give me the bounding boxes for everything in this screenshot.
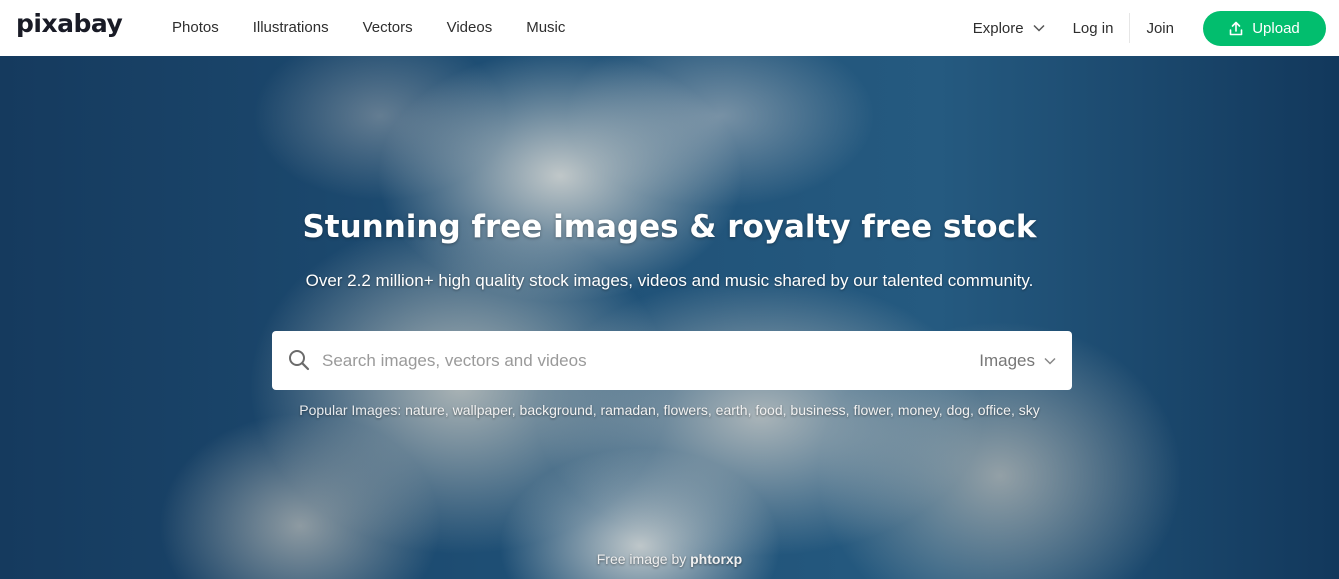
nav-music[interactable]: Music	[509, 0, 582, 56]
explore-label: Explore	[972, 19, 1024, 37]
search-bar: Images	[272, 331, 1072, 390]
search-icon[interactable]	[288, 349, 310, 371]
join-link[interactable]: Join	[1146, 20, 1174, 37]
hero-subtitle: Over 2.2 million+ high quality stock ima…	[305, 271, 1034, 290]
nav-vectors[interactable]: Vectors	[346, 0, 430, 56]
image-credit: Free image by phtorxp	[0, 551, 1339, 567]
credit-author-link[interactable]: phtorxp	[690, 551, 742, 567]
popular-tag[interactable]: business	[790, 402, 845, 418]
hero-background-image: Stunning free images & royalty free stoc…	[0, 56, 1339, 579]
popular-tag[interactable]: office	[978, 402, 1011, 418]
explore-menu[interactable]: Explore	[973, 20, 1045, 37]
popular-tag[interactable]: flower	[853, 402, 890, 418]
popular-tag[interactable]: sky	[1019, 402, 1040, 418]
media-type-selected: Images	[979, 350, 1035, 370]
popular-tag[interactable]: wallpaper	[453, 402, 512, 418]
popular-tag[interactable]: background	[520, 402, 593, 418]
chevron-down-icon	[1033, 24, 1045, 32]
search-input[interactable]	[322, 331, 922, 390]
login-link[interactable]: Log in	[1073, 20, 1114, 37]
popular-tag[interactable]: ramadan	[600, 402, 655, 418]
nav-videos[interactable]: Videos	[430, 0, 510, 56]
chevron-down-icon	[1044, 357, 1056, 365]
popular-tag[interactable]: earth	[716, 402, 748, 418]
upload-label: Upload	[1252, 19, 1300, 37]
popular-tag[interactable]: dog	[947, 402, 970, 418]
credit-prefix: Free image by	[596, 551, 687, 567]
popular-tag[interactable]: nature	[405, 402, 445, 418]
popular-tag[interactable]: flowers	[664, 402, 708, 418]
popular-tag[interactable]: money	[898, 402, 939, 418]
pixabay-logo[interactable]: pixabay	[16, 9, 123, 38]
nav-photos[interactable]: Photos	[155, 0, 236, 56]
top-navbar: pixabay Photos Illustrations Vectors Vid…	[0, 0, 1339, 56]
popular-searches: Popular Images: nature, wallpaper, backg…	[299, 402, 1040, 418]
hero-title: Stunning free images & royalty free stoc…	[302, 209, 1037, 245]
popular-tag[interactable]: food	[755, 402, 782, 418]
account-nav: Explore Log in Join Upload	[973, 0, 1339, 56]
popular-label: Popular Images:	[299, 402, 402, 418]
divider	[1129, 13, 1131, 43]
upload-button[interactable]: Upload	[1203, 10, 1326, 46]
upload-icon	[1229, 21, 1243, 35]
nav-illustrations[interactable]: Illustrations	[236, 0, 346, 56]
media-type-dropdown[interactable]: Images	[979, 331, 1056, 390]
main-nav: Photos Illustrations Vectors Videos Musi…	[155, 0, 582, 56]
